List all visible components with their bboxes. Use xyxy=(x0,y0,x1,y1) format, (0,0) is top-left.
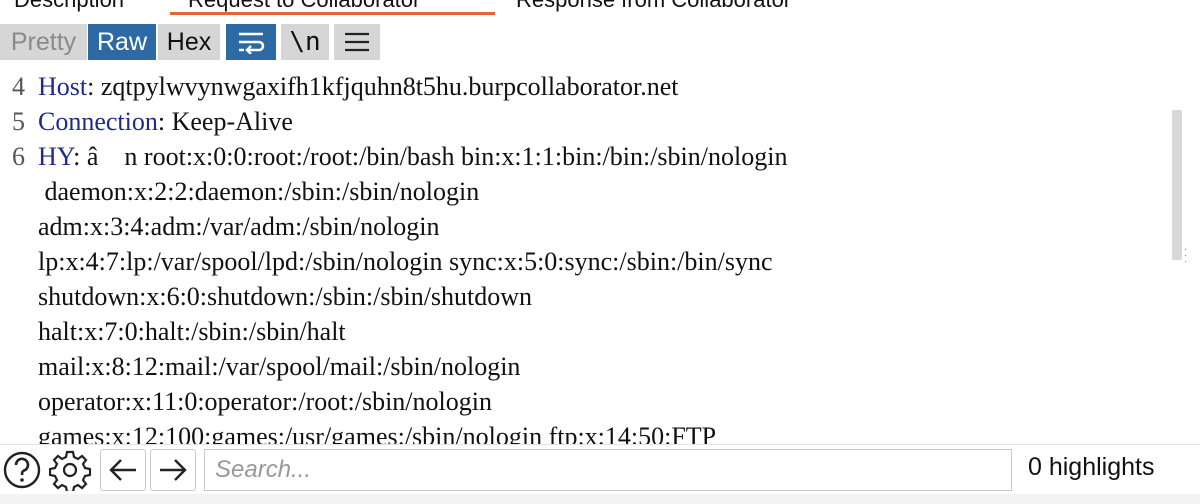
panel-bottom-edge xyxy=(0,494,1200,504)
header-value: : â n root:x:0:0:root:/root:/bin/bash bi… xyxy=(73,142,788,171)
tab-response-from-collaborator[interactable]: Response from Collaborator xyxy=(516,0,791,13)
search-bar: 0 highlights xyxy=(0,444,1200,495)
wrapped-line: mail:x:8:12:mail:/var/spool/mail:/sbin/n… xyxy=(38,352,521,381)
wrapped-line: lp:x:4:7:lp:/var/spool/lpd:/sbin/nologin… xyxy=(38,247,773,276)
line-number: 6 xyxy=(12,142,25,171)
line-number: 5 xyxy=(12,107,25,136)
wrapped-line: operator:x:11:0:operator:/root:/sbin/nol… xyxy=(38,387,492,416)
header-name: Connection xyxy=(38,107,158,136)
active-tab-indicator xyxy=(170,12,495,15)
raw-message-editor[interactable]: 4 Host: zqtpylwvynwgaxifh1kfjquhn8t5hu.b… xyxy=(0,68,1178,444)
header-value: : Keep-Alive xyxy=(157,107,293,136)
wrapped-line: adm:x:3:4:adm:/var/adm:/sbin/nologin xyxy=(38,212,440,241)
editor-line: Host: zqtpylwvynwgaxifh1kfjquhn8t5hu.bur… xyxy=(38,70,679,104)
hex-button[interactable]: Hex xyxy=(158,24,220,60)
header-name: HY xyxy=(38,142,74,171)
message-tabs: Description Request to Collaborator Resp… xyxy=(0,0,1200,16)
show-newlines-button[interactable]: \n xyxy=(281,24,329,60)
gear-icon xyxy=(49,450,91,491)
search-input[interactable] xyxy=(204,449,1012,491)
scrollbar-thumb[interactable] xyxy=(1172,110,1182,260)
options-menu-button[interactable] xyxy=(334,24,380,60)
wrapped-line: halt:x:7:0:halt:/sbin:/sbin/halt xyxy=(38,317,346,346)
hamburger-menu-icon xyxy=(345,32,369,52)
settings-button[interactable] xyxy=(46,449,94,491)
editor-line: HY: â n root:x:0:0:root:/root:/bin/bash … xyxy=(38,140,787,174)
next-match-button[interactable] xyxy=(150,449,196,491)
resize-grip-icon[interactable]: · · · xyxy=(1184,245,1190,267)
line-number: 4 xyxy=(12,72,25,101)
arrow-left-icon xyxy=(109,459,136,481)
wrapped-line: games:x:12:100:games:/usr/games:/sbin/no… xyxy=(38,422,717,444)
tab-description[interactable]: Description xyxy=(14,0,124,13)
help-button[interactable] xyxy=(0,449,44,491)
wrapped-line: daemon:x:2:2:daemon:/sbin:/sbin/nologin xyxy=(38,177,480,206)
highlights-count: 0 highlights xyxy=(1028,453,1155,481)
header-value: : zqtpylwvynwgaxifh1kfjquhn8t5hu.burpcol… xyxy=(87,72,679,101)
wrap-lines-icon xyxy=(239,32,265,54)
previous-match-button[interactable] xyxy=(100,449,146,491)
raw-button[interactable]: Raw xyxy=(88,24,156,60)
help-icon xyxy=(3,451,41,489)
editor-toolbar: Pretty Raw Hex \n xyxy=(0,16,1200,68)
wrapped-line: shutdown:x:6:0:shutdown:/sbin:/sbin/shut… xyxy=(38,282,533,311)
editor-line: Connection: Keep-Alive xyxy=(38,105,293,139)
wrap-lines-button[interactable] xyxy=(226,24,276,60)
arrow-right-icon xyxy=(160,459,187,481)
header-name: Host xyxy=(38,72,88,101)
pretty-button[interactable]: Pretty xyxy=(0,24,87,60)
